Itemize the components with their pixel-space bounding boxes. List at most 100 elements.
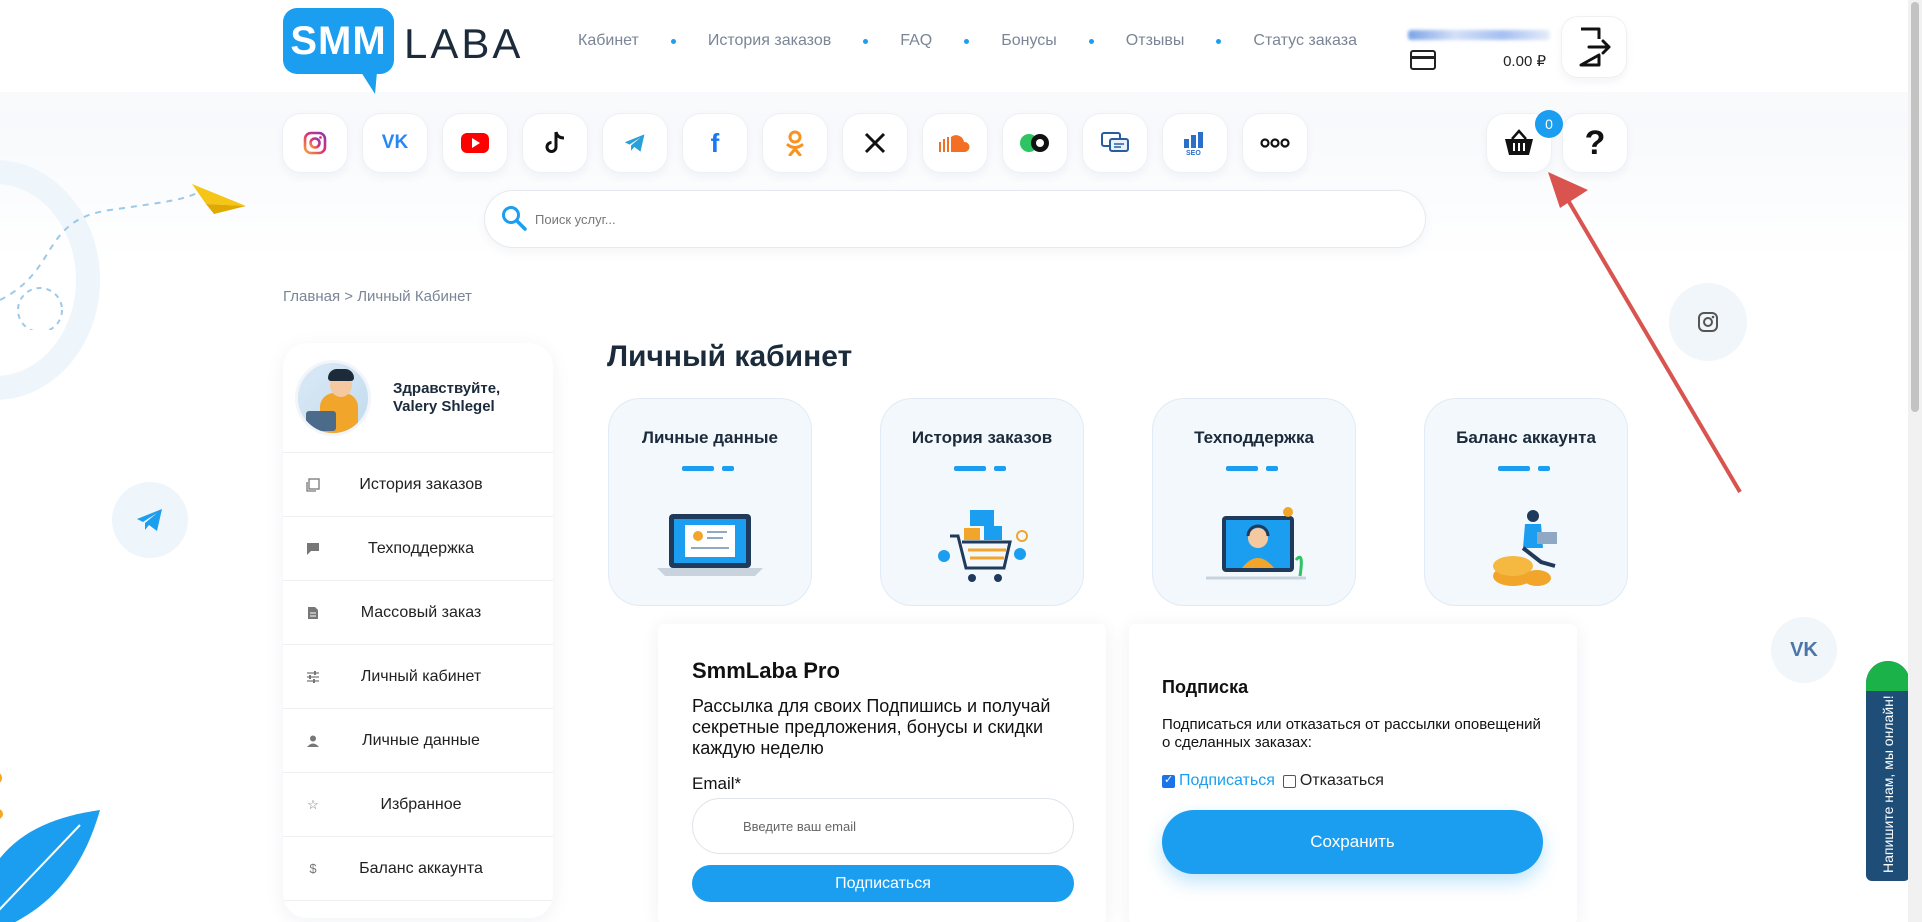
subscribe-checkbox[interactable] xyxy=(1162,773,1175,788)
email-field[interactable] xyxy=(743,815,1043,837)
blurred-user-info xyxy=(1408,30,1550,40)
header: SMM LABA Кабинет История заказов FAQ Бон… xyxy=(0,0,1922,94)
nav-reviews[interactable]: Отзывы xyxy=(1126,32,1185,50)
nav-cabinet[interactable]: Кабинет xyxy=(578,32,639,50)
logo[interactable]: SMM LABA xyxy=(283,8,523,94)
page-title: Личный кабинет xyxy=(607,340,853,373)
balance-widget[interactable]: 0.00 ₽ xyxy=(1408,30,1550,74)
sidebar-item-label: Личные данные xyxy=(362,731,480,749)
unsubscribe-option-label[interactable]: Отказаться xyxy=(1300,772,1384,790)
cart-button[interactable]: 0 xyxy=(1487,110,1563,172)
email-label: Email* xyxy=(692,774,742,793)
chat-icon[interactable] xyxy=(1083,114,1147,172)
music-icon[interactable] xyxy=(1003,114,1067,172)
credit-card-icon xyxy=(1410,50,1436,70)
breadcrumb: Главная > Личный Кабинет xyxy=(283,288,472,305)
tile-support[interactable]: Техподдержка xyxy=(1152,398,1356,606)
orders-icon xyxy=(305,477,321,493)
telegram-float-icon[interactable] xyxy=(112,482,188,558)
odnoklassniki-icon[interactable] xyxy=(763,114,827,172)
scrollbar-thumb[interactable] xyxy=(1911,2,1919,412)
sidebar-item-balance[interactable]: $ Баланс аккаунта xyxy=(283,837,553,901)
tile-accent-line xyxy=(682,466,738,471)
nav-bonuses[interactable]: Бонусы xyxy=(1001,32,1057,50)
more-icon[interactable] xyxy=(1243,114,1307,172)
greeting-text: Здравствуйте, xyxy=(393,379,501,397)
smmlaba-pro-panel: SmmLaba Pro Рассылка для своих Подпишись… xyxy=(658,624,1106,922)
tile-personal-data[interactable]: Личные данные xyxy=(608,398,812,606)
document-icon xyxy=(305,605,321,621)
balance-amount: 0.00 ₽ xyxy=(1503,53,1546,70)
basket-icon xyxy=(1505,129,1533,155)
subscribe-option-label[interactable]: Подписаться xyxy=(1179,772,1275,790)
subscription-description: Подписаться или отказаться от рассылки о… xyxy=(1162,716,1541,751)
sidebar-item-bulk-order[interactable]: Массовый заказ xyxy=(283,581,553,645)
chat-widget-text: Напишите нам, мы онлайн! xyxy=(1880,695,1896,873)
social-network-row: VK f SEO xyxy=(283,114,1323,172)
sidebar-item-personal-data[interactable]: Личные данные xyxy=(283,709,553,773)
logout-icon xyxy=(1579,27,1611,67)
tile-balance[interactable]: Баланс аккаунта xyxy=(1424,398,1628,606)
sidebar-item-label: Техподдержка xyxy=(367,539,475,557)
instagram-float-icon[interactable] xyxy=(1669,283,1747,361)
vk-float-icon[interactable]: VK xyxy=(1771,617,1837,683)
leaf-decoration xyxy=(0,773,100,922)
search-bar xyxy=(485,191,1425,247)
top-nav: Кабинет История заказов FAQ Бонусы Отзыв… xyxy=(578,32,1357,50)
tile-label: Техподдержка xyxy=(1194,428,1314,447)
instagram-icon[interactable] xyxy=(283,114,347,172)
breadcrumb-separator: > xyxy=(344,288,354,305)
user-name: Valery Shlegel xyxy=(393,397,495,415)
subscription-title: Подписка xyxy=(1162,677,1249,697)
star-icon: ☆ xyxy=(307,796,319,812)
sidebar-item-cabinet[interactable]: Личный кабинет xyxy=(283,645,553,709)
soundcloud-icon[interactable] xyxy=(923,114,987,172)
sidebar-item-label: Избранное xyxy=(380,795,462,813)
online-chat-widget[interactable]: Напишите нам, мы онлайн! xyxy=(1866,661,1910,881)
coins-person-illustration xyxy=(1493,510,1557,586)
greeting: Здравствуйте, Valery Shlegel xyxy=(393,380,500,416)
svg-text:SEO: SEO xyxy=(1186,150,1201,155)
dollar-icon: $ xyxy=(309,861,317,876)
sidebar-item-label: Баланс аккаунта xyxy=(359,859,483,877)
account-sidebar: Здравствуйте, Valery Shlegel История зак… xyxy=(283,343,553,918)
tile-label: Баланс аккаунта xyxy=(1456,428,1596,447)
telegram-icon[interactable] xyxy=(603,114,667,172)
sidebar-item-label: История заказов xyxy=(359,475,483,493)
shopping-cart-illustration xyxy=(938,510,1028,582)
page-scrollbar[interactable] xyxy=(1908,0,1922,922)
sliders-icon xyxy=(305,669,321,685)
tile-order-history[interactable]: История заказов xyxy=(880,398,1084,606)
breadcrumb-home[interactable]: Главная xyxy=(283,288,340,305)
search-input[interactable] xyxy=(535,205,1395,233)
nav-separator xyxy=(670,38,676,44)
logout-button[interactable] xyxy=(1562,17,1626,77)
tiktok-icon[interactable] xyxy=(523,114,587,172)
nav-faq[interactable]: FAQ xyxy=(900,32,932,50)
person-icon xyxy=(305,733,321,749)
tile-label: История заказов xyxy=(911,428,1053,447)
seo-icon[interactable]: SEO xyxy=(1163,114,1227,172)
facebook-icon[interactable]: f xyxy=(683,114,747,172)
search-icon xyxy=(502,206,527,231)
nav-order-history[interactable]: История заказов xyxy=(708,32,831,50)
youtube-icon[interactable] xyxy=(443,114,507,172)
support-agent-illustration xyxy=(1206,507,1306,580)
vk-icon[interactable]: VK xyxy=(363,114,427,172)
avatar xyxy=(295,359,371,436)
nav-separator xyxy=(1216,38,1222,44)
tile-label: Личные данные xyxy=(642,428,778,447)
breadcrumb-current: Личный Кабинет xyxy=(357,288,472,305)
nav-order-status[interactable]: Статус заказа xyxy=(1253,32,1357,50)
laptop-profile-illustration xyxy=(657,514,763,576)
tile-accent-line xyxy=(1226,466,1282,471)
save-button[interactable]: Сохранить xyxy=(1162,810,1543,874)
subscribe-button[interactable]: Подписаться xyxy=(692,865,1074,902)
sidebar-item-support[interactable]: Техподдержка xyxy=(283,517,553,581)
profile-block: Здравствуйте, Valery Shlegel xyxy=(283,343,553,453)
x-icon[interactable] xyxy=(843,114,907,172)
sidebar-item-order-history[interactable]: История заказов xyxy=(283,453,553,517)
unsubscribe-checkbox[interactable] xyxy=(1282,774,1296,788)
sidebar-item-favorites[interactable]: ☆ Избранное xyxy=(283,773,553,837)
help-button[interactable]: ? xyxy=(1563,114,1627,172)
